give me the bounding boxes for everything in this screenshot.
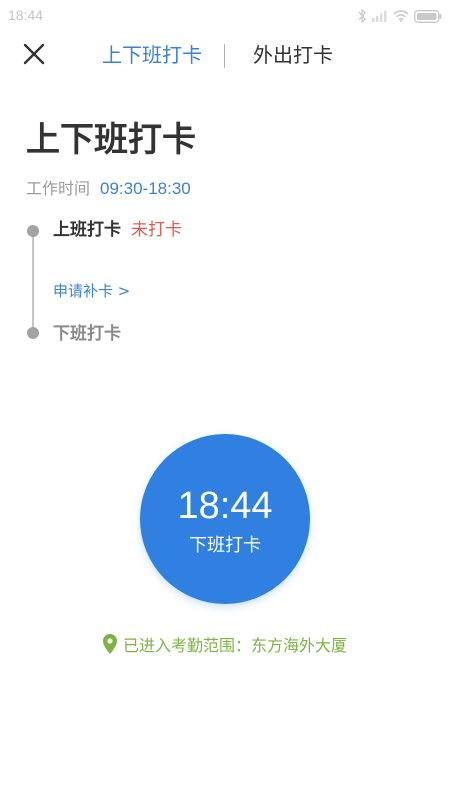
close-button[interactable] bbox=[16, 38, 52, 74]
wifi-icon bbox=[393, 10, 409, 22]
location-status: 已进入考勤范围：东方海外大厦 bbox=[0, 634, 450, 661]
bluetooth-icon bbox=[357, 9, 367, 23]
location-text: 已进入考勤范围：东方海外大厦 bbox=[122, 636, 347, 655]
clock-in-status: 未打卡 bbox=[131, 220, 182, 240]
nav-bar: 上下班打卡 外出打卡 bbox=[0, 32, 450, 80]
punch-button[interactable]: 18:44 下班打卡 bbox=[140, 434, 310, 604]
signal-icon bbox=[372, 10, 388, 22]
clock-out-label: 下班打卡 bbox=[53, 324, 121, 344]
close-icon bbox=[23, 43, 45, 69]
status-bar: 18:44 bbox=[0, 0, 450, 32]
work-hours: 工作时间 09:30-18:30 bbox=[26, 177, 191, 201]
clock-in-label: 上班打卡 bbox=[53, 220, 121, 240]
timeline-dot-clock-out bbox=[27, 327, 39, 339]
tab-outing[interactable]: 外出打卡 bbox=[253, 42, 333, 68]
work-hours-value: 09:30-18:30 bbox=[100, 179, 191, 198]
battery-icon bbox=[414, 9, 442, 23]
tab-divider bbox=[224, 44, 225, 68]
timeline-line bbox=[32, 230, 34, 333]
location-pin-icon bbox=[102, 634, 117, 661]
reapply-link[interactable]: 申请补卡 > bbox=[53, 280, 130, 302]
tab-clock-in-out[interactable]: 上下班打卡 bbox=[102, 42, 202, 68]
clock-in-row: 上班打卡 未打卡 bbox=[53, 218, 182, 242]
punch-time: 18:44 bbox=[177, 485, 273, 527]
page-title: 上下班打卡 bbox=[26, 120, 196, 160]
status-icons bbox=[352, 6, 442, 26]
work-hours-label: 工作时间 bbox=[26, 179, 91, 198]
punch-label: 下班打卡 bbox=[189, 535, 261, 556]
status-time: 18:44 bbox=[8, 7, 44, 23]
timeline-dot-clock-in bbox=[27, 225, 39, 237]
